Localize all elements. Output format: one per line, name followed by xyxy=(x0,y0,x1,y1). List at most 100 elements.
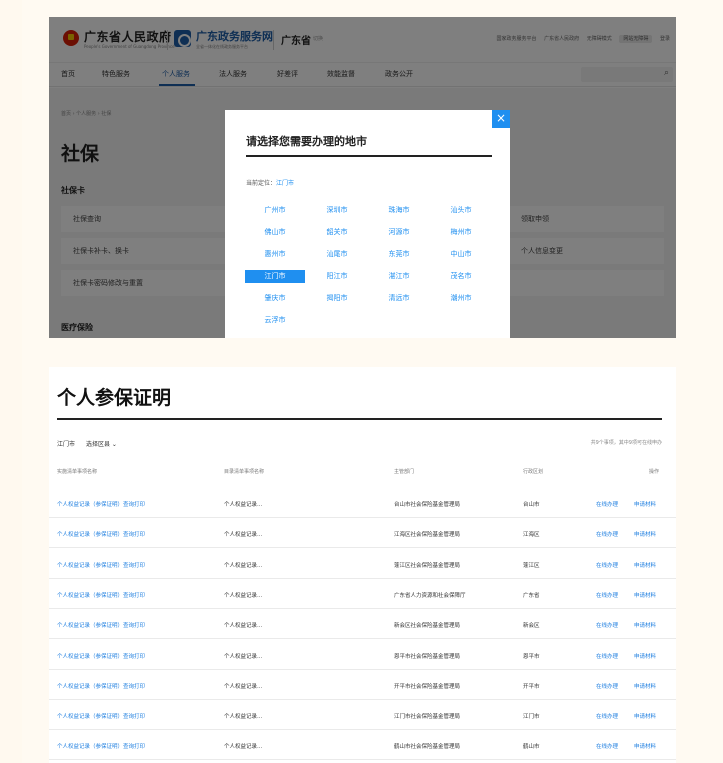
count-note: 共9个事项，其中9项可在线申办 xyxy=(590,440,662,446)
item-name-link[interactable]: 个人权益记录（参保证明）查询打印 xyxy=(57,621,145,629)
online-apply-link[interactable]: 在线办理 xyxy=(596,561,618,569)
region: 恩平市 xyxy=(523,653,540,660)
city-option[interactable]: 珠海市 xyxy=(369,204,429,217)
divider xyxy=(246,155,492,157)
table-row: 个人权益记录（参保证明）查询打印 个人权益记录... 恩平市社会保险基金管理局 恩平市… xyxy=(49,640,676,670)
result-list-panel: 个人参保证明 江门市 选择区县 ⌄ 共9个事项，其中9项可在线申办 实施清单事项… xyxy=(49,367,676,763)
department: 鹤山市社会保险基金管理局 xyxy=(394,744,461,751)
table-row: 个人权益记录（参保证明）查询打印 个人权益记录... 江门市社会保险基金管理局 江门市… xyxy=(49,700,676,731)
city-option[interactable]: 阳江市 xyxy=(307,270,367,283)
item-name-link[interactable]: 个人权益记录（参保证明）查询打印 xyxy=(57,561,145,569)
materials-link[interactable]: 申请材料 xyxy=(634,621,656,629)
department: 开平市社会保险基金管理局 xyxy=(394,683,461,690)
city-option[interactable]: 佛山市 xyxy=(245,226,305,239)
city-option[interactable]: 河源市 xyxy=(369,226,429,239)
city-option[interactable]: 惠州市 xyxy=(245,248,305,261)
online-apply-link[interactable]: 在线办理 xyxy=(596,530,618,538)
department: 江门市社会保险基金管理局 xyxy=(394,714,461,721)
materials-link[interactable]: 申请材料 xyxy=(634,591,656,599)
city-option[interactable]: 潮州市 xyxy=(431,292,491,305)
filter-bar: 江门市 选择区县 ⌄ xyxy=(57,439,117,448)
table-row: 个人权益记录（参保证明）查询打印 个人权益记录... 广东省人力资源和社会保障厅 广东… xyxy=(49,579,676,609)
column-header: 操作 xyxy=(649,469,660,475)
materials-link[interactable]: 申请材料 xyxy=(634,652,656,660)
online-apply-link[interactable]: 在线办理 xyxy=(596,652,618,660)
online-apply-link[interactable]: 在线办理 xyxy=(596,500,618,508)
item-name-link[interactable]: 个人权益记录（参保证明）查询打印 xyxy=(57,682,145,690)
materials-link[interactable]: 申请材料 xyxy=(634,561,656,569)
current-location-city[interactable]: 江门市 xyxy=(276,180,294,187)
modal-title: 请选择您需要办理的地市 xyxy=(246,135,367,148)
city-option[interactable]: 韶关市 xyxy=(307,226,367,239)
city-option[interactable]: 汕尾市 xyxy=(307,248,367,261)
city-option[interactable]: 揭阳市 xyxy=(307,292,367,305)
table-row: 个人权益记录（参保证明）查询打印 个人权益记录... 江海区社会保险基金管理局 江海区… xyxy=(49,518,676,549)
catalog-name: 个人权益记录... xyxy=(224,683,263,690)
city-option[interactable]: 江门市 xyxy=(245,270,305,283)
online-apply-link[interactable]: 在线办理 xyxy=(596,712,618,720)
item-name-link[interactable]: 个人权益记录（参保证明）查询打印 xyxy=(57,742,145,750)
department: 蓬江区社会保险基金管理局 xyxy=(394,562,461,569)
region: 鹤山市 xyxy=(523,744,540,751)
materials-link[interactable]: 申请材料 xyxy=(634,500,656,508)
department: 江海区社会保险基金管理局 xyxy=(394,532,461,539)
table-row: 个人权益记录（参保证明）查询打印 个人权益记录... 蓬江区社会保险基金管理局 蓬江区… xyxy=(49,549,676,579)
catalog-name: 个人权益记录... xyxy=(224,744,263,751)
department: 恩平市社会保险基金管理局 xyxy=(394,653,461,660)
catalog-name: 个人权益记录... xyxy=(224,532,263,539)
table-row: 个人权益记录（参保证明）查询打印 个人权益记录... 台山市社会保险基金管理局 台山市… xyxy=(49,488,676,518)
materials-link[interactable]: 申请材料 xyxy=(634,712,656,720)
column-header: 行政区划 xyxy=(523,469,544,475)
city-option[interactable]: 肇庆市 xyxy=(245,292,305,305)
online-apply-link[interactable]: 在线办理 xyxy=(596,621,618,629)
catalog-name: 个人权益记录... xyxy=(224,502,263,508)
online-apply-link[interactable]: 在线办理 xyxy=(596,742,618,750)
city-option[interactable]: 梅州市 xyxy=(431,226,491,239)
materials-link[interactable]: 申请材料 xyxy=(634,530,656,538)
city-option[interactable]: 深圳市 xyxy=(307,204,367,217)
catalog-name: 个人权益记录... xyxy=(224,653,263,660)
region: 新会区 xyxy=(523,623,540,630)
column-header: 主管部门 xyxy=(394,469,415,475)
district-select-label: 选择区县 xyxy=(85,441,110,448)
page-edge xyxy=(0,0,22,763)
region: 广东省 xyxy=(523,592,540,599)
table-row: 个人权益记录（参保证明）查询打印 个人权益记录... 开平市社会保险基金管理局 开平市… xyxy=(49,670,676,700)
region: 蓬江区 xyxy=(523,562,540,569)
city-option[interactable]: 茂名市 xyxy=(431,270,491,283)
department: 台山市社会保险基金管理局 xyxy=(394,502,461,508)
table-row: 个人权益记录（参保证明）查询打印 个人权益记录... 鹤山市社会保险基金管理局 鹤山市… xyxy=(49,730,676,761)
materials-link[interactable]: 申请材料 xyxy=(634,682,656,690)
item-name-link[interactable]: 个人权益记录（参保证明）查询打印 xyxy=(57,530,145,538)
city-option[interactable]: 清远市 xyxy=(369,292,429,305)
chevron-down-icon: ⌄ xyxy=(111,441,117,448)
catalog-name: 个人权益记录... xyxy=(224,623,263,630)
catalog-name: 个人权益记录... xyxy=(224,562,263,569)
item-name-link[interactable]: 个人权益记录（参保证明）查询打印 xyxy=(57,652,145,660)
column-header: 实施清单事项名称 xyxy=(57,469,98,475)
region: 江海区 xyxy=(523,532,540,539)
list-title: 个人参保证明 xyxy=(57,387,172,409)
district-select[interactable]: 选择区县 ⌄ xyxy=(86,441,117,448)
city-option[interactable]: 中山市 xyxy=(431,248,491,261)
city-option[interactable]: 湛江市 xyxy=(369,270,429,283)
close-icon[interactable]: × xyxy=(492,110,510,128)
item-name-link[interactable]: 个人权益记录（参保证明）查询打印 xyxy=(57,500,145,508)
catalog-name: 个人权益记录... xyxy=(224,592,263,599)
current-location: 当前定位：江门市 xyxy=(246,178,294,187)
city-option[interactable]: 广州市 xyxy=(245,204,305,217)
city-option[interactable]: 汕头市 xyxy=(431,204,491,217)
table-row: 个人权益记录（参保证明）查询打印 个人权益记录... 新会区社会保险基金管理局 新会区… xyxy=(49,609,676,640)
city-option[interactable]: 云浮市 xyxy=(245,314,305,327)
city-select-modal: × 请选择您需要办理的地市 当前定位：江门市 广州市 深圳市 珠海市 汕头市佛山市 韶关… xyxy=(225,110,510,338)
online-apply-link[interactable]: 在线办理 xyxy=(596,682,618,690)
city-option[interactable]: 东莞市 xyxy=(369,248,429,261)
materials-link[interactable]: 申请材料 xyxy=(634,742,656,750)
region: 开平市 xyxy=(523,683,540,690)
filter-city[interactable]: 江门市 xyxy=(57,441,75,448)
item-name-link[interactable]: 个人权益记录（参保证明）查询打印 xyxy=(57,712,145,720)
divider xyxy=(57,418,662,420)
portal-screenshot: 广东省人民政府 People's Government of Guangdong… xyxy=(49,17,676,338)
online-apply-link[interactable]: 在线办理 xyxy=(596,591,618,599)
item-name-link[interactable]: 个人权益记录（参保证明）查询打印 xyxy=(57,591,145,599)
